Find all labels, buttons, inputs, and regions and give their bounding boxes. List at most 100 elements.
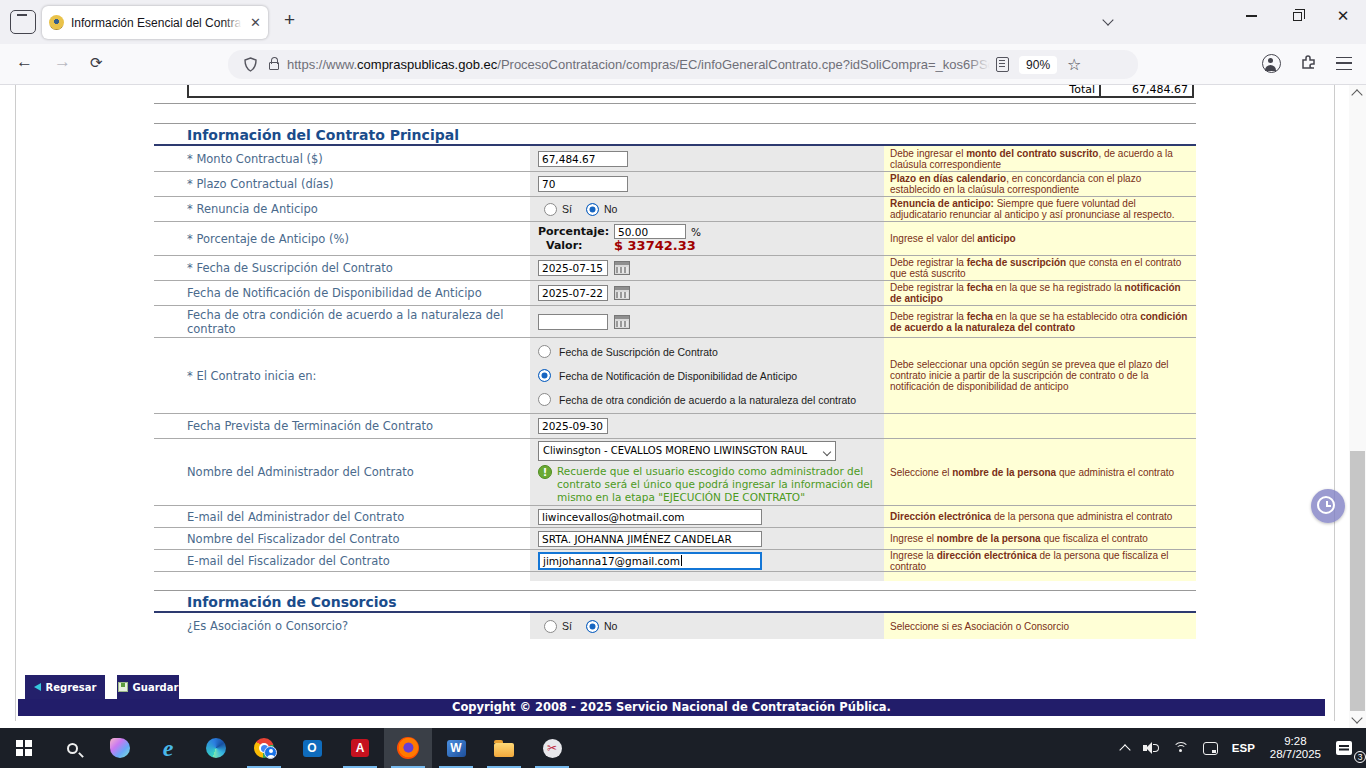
form-row-fsuscripcion: * Fecha de Suscripción del Contrato2025-…	[154, 255, 1196, 280]
inicia-radio-0[interactable]	[538, 345, 551, 358]
speaker-icon	[1143, 741, 1159, 755]
back-arrow-icon	[34, 683, 41, 691]
plazo-input[interactable]: 70	[538, 176, 628, 192]
field-help: Ingrese la dirección electrónica de la p…	[884, 550, 1196, 571]
url-text: https://www.compraspublicas.gob.ec/Proce…	[287, 57, 994, 72]
porcentaje-input[interactable]: 50.00	[614, 224, 686, 239]
tray-show-hidden-icons[interactable]	[1114, 728, 1136, 768]
taskbar-acrobat-button[interactable]: A	[336, 728, 384, 768]
firefox-view-button[interactable]	[10, 10, 36, 34]
windows-logo-icon	[16, 740, 32, 756]
file-explorer-icon	[494, 743, 514, 757]
inicia-radio-1[interactable]	[538, 369, 551, 382]
field-help: Plazo en días calendario, en concordanci…	[884, 172, 1196, 196]
window-minimize-button[interactable]	[1228, 0, 1274, 32]
extensions-puzzle-icon[interactable]	[1300, 54, 1317, 71]
field-help: Debe seleccionar una opción según se pre…	[884, 338, 1196, 413]
emailfisc-input[interactable]: jimjohanna17@gmail.com	[538, 552, 762, 570]
tray-language[interactable]: ESP	[1225, 728, 1262, 768]
field-help: Renuncia de anticipo: Siempre que fuere …	[884, 197, 1196, 221]
copilot-icon	[110, 738, 130, 758]
tray-date: 28/7/2025	[1270, 748, 1321, 761]
field-label: * Porcentaje de Anticipo (%)	[154, 230, 530, 248]
taskbar-internet-explorer-button[interactable]: e	[144, 728, 192, 768]
field-help: Seleccione el nombre de la persona que a…	[884, 439, 1196, 505]
total-row: Total 67,484.67	[187, 85, 1194, 98]
renuncia-radio-no[interactable]	[586, 203, 599, 216]
bookmark-star-icon[interactable]: ☆	[1067, 55, 1081, 74]
taskbar-file-explorer-button[interactable]	[480, 728, 528, 768]
browser-tab[interactable]: Información Esencial del Contra ✕	[42, 6, 268, 39]
menu-hamburger-icon[interactable]	[1336, 57, 1352, 70]
tray-time: 9:28	[1270, 735, 1321, 748]
vertical-scrollbar[interactable]	[1349, 85, 1366, 728]
scroll-up-arrow-icon[interactable]	[1351, 89, 1362, 100]
back-button[interactable]: ←	[16, 52, 33, 72]
tray-wifi[interactable]	[1166, 728, 1196, 768]
fsuscripcion-input[interactable]: 2025-07-15	[538, 260, 608, 276]
address-bar[interactable]: https://www.compraspublicas.gob.ec/Proce…	[228, 50, 1138, 79]
zoom-level-chip[interactable]: 90%	[1019, 56, 1057, 74]
fprevista-input[interactable]: 2025-09-30	[538, 418, 608, 434]
taskbar-firefox-button[interactable]	[384, 728, 432, 768]
field-help: Seleccione si es Asociación o Consorcio	[884, 613, 1196, 639]
fnotificacion-input[interactable]: 2025-07-22	[538, 285, 608, 301]
reader-mode-icon[interactable]	[996, 57, 1009, 72]
field-label: * El Contrato inicia en:	[154, 367, 530, 385]
list-tabs-chevron-icon[interactable]	[1104, 16, 1116, 28]
page-viewport: Total 67,484.67 Información del Contrato…	[0, 85, 1366, 728]
edge-icon	[206, 738, 226, 758]
form-row-fprevista: Fecha Prevista de Terminación de Contrat…	[154, 413, 1196, 438]
calendar-icon[interactable]	[614, 315, 630, 329]
guardar-button[interactable]: Guardar	[117, 675, 179, 699]
field-help: Ingrese el nombre de la persona que fisc…	[884, 528, 1196, 549]
taskbar-search-button[interactable]	[48, 728, 96, 768]
start-button[interactable]	[0, 728, 48, 768]
lock-icon[interactable]	[269, 62, 279, 70]
system-tray: ESP 9:2828/7/2025 3	[1114, 728, 1366, 768]
taskbar-edge-button[interactable]	[192, 728, 240, 768]
scroll-down-arrow-icon[interactable]	[1351, 712, 1362, 723]
tab-close-icon[interactable]: ✕	[250, 15, 261, 30]
regresar-button[interactable]: Regresar	[25, 675, 105, 699]
monto-input[interactable]: 67,484.67	[538, 151, 628, 167]
emailadmin-input[interactable]: liwincevallos@hotmail.com	[538, 509, 762, 525]
browser-toolbar: ← → ⟳ https://www.compraspublicas.gob.ec…	[0, 44, 1366, 85]
page-footer: Copyright © 2008 - 2025 Servicio Naciona…	[18, 699, 1325, 716]
form-row-inicia: * El Contrato inicia en:Fecha de Suscrip…	[154, 337, 1196, 413]
window-close-button[interactable]: ✕	[1320, 0, 1366, 32]
scrollbar-thumb[interactable]	[1350, 451, 1365, 711]
taskbar-word-button[interactable]: W	[432, 728, 480, 768]
fotra-input[interactable]	[538, 314, 608, 330]
field-label: Fecha de otra condición de acuerdo a la …	[154, 306, 530, 338]
taskbar-chrome-button[interactable]	[240, 728, 288, 768]
calendar-icon[interactable]	[614, 286, 630, 300]
consorcio-radio-no[interactable]	[586, 620, 599, 633]
taskbar-snipping-button[interactable]: ✂	[528, 728, 576, 768]
renuncia-radio-si[interactable]	[544, 203, 557, 216]
taskbar-copilot-button[interactable]	[96, 728, 144, 768]
tray-notifications[interactable]: 3	[1329, 728, 1366, 768]
tracking-shield-icon[interactable]	[244, 57, 257, 72]
section-title: Información del Contrato Principal	[154, 123, 1196, 146]
field-label: E-mail del Fiscalizador del Contrato	[154, 552, 530, 570]
window-restore-button[interactable]	[1274, 0, 1320, 32]
new-tab-button[interactable]: +	[284, 9, 295, 31]
floating-clock-widget[interactable]	[1311, 489, 1345, 523]
nombrefisc-input[interactable]: SRTA. JOHANNA JIMÉNEZ CANDELAR	[538, 531, 762, 547]
field-help	[884, 414, 1196, 438]
taskbar-outlook-button[interactable]: O	[288, 728, 336, 768]
forward-button[interactable]: →	[54, 52, 71, 72]
administrador-select[interactable]: Cliwinsgton - CEVALLOS MORENO LIWINSGTON…	[538, 441, 836, 461]
calendar-icon[interactable]	[614, 261, 630, 275]
tray-clock[interactable]: 9:2828/7/2025	[1262, 728, 1329, 768]
tray-snip[interactable]	[1196, 728, 1225, 768]
consorcio-radio-si[interactable]	[544, 620, 557, 633]
tray-volume[interactable]	[1136, 728, 1166, 768]
reload-button[interactable]: ⟳	[90, 54, 103, 72]
account-icon[interactable]	[1262, 54, 1281, 73]
field-label: Nombre del Fiscalizador del Contrato	[154, 530, 530, 548]
inicia-radio-2[interactable]	[538, 393, 551, 406]
valor-anticipo: $ 33742.33	[614, 239, 701, 253]
info-icon: !	[538, 465, 552, 479]
